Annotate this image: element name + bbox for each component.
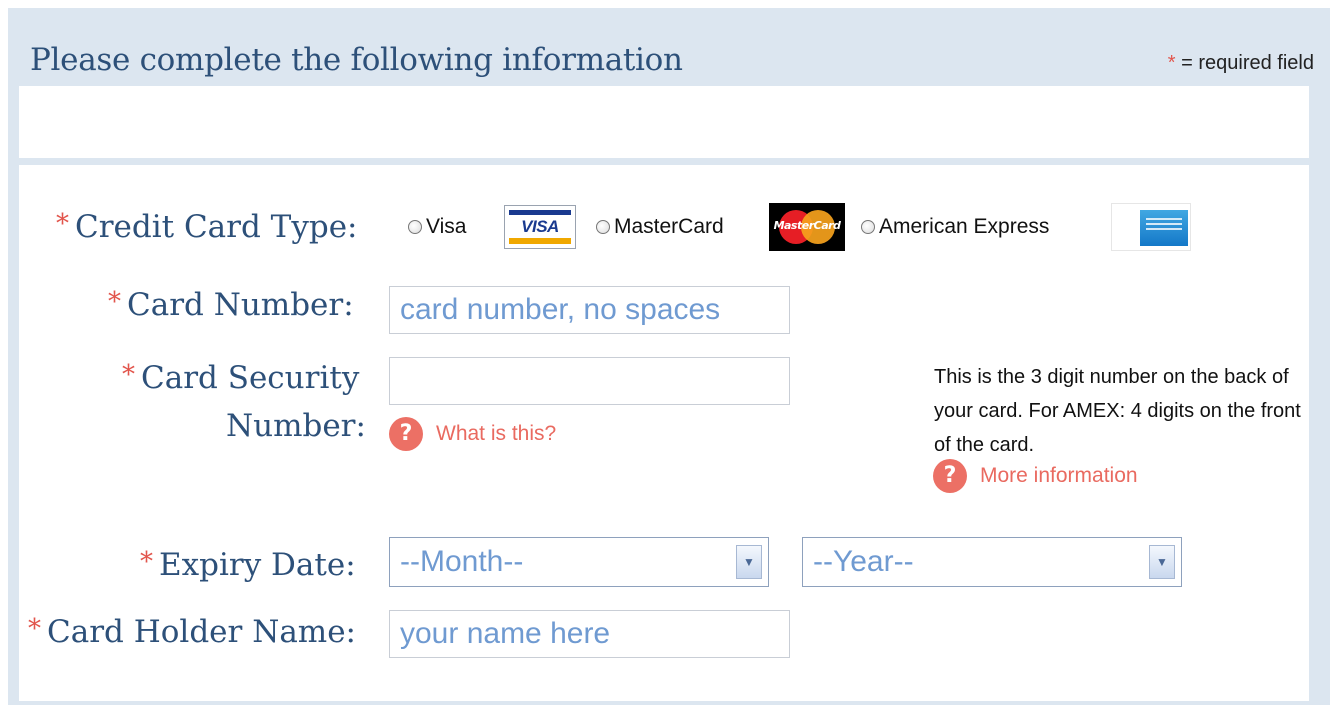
security-label-line1-text: Card Security [141, 360, 360, 396]
mastercard-logo: MasterCard [769, 203, 845, 251]
required-field-note: * = required field [1168, 52, 1314, 75]
page-title: Please complete the following informatio… [30, 42, 683, 78]
card-holder-name-label: * Card Holder Name: [28, 614, 356, 650]
radio-mastercard[interactable]: MasterCard [596, 203, 724, 251]
expiry-date-label: * Expiry Date: [140, 547, 356, 583]
amex-card-icon [1111, 203, 1191, 251]
expiry-year-select[interactable]: --Year-- ▼ [802, 537, 1182, 587]
mastercard-radio-button[interactable] [596, 220, 610, 234]
visa-radio-button[interactable] [408, 220, 422, 234]
month-selected-value: --Month-- [400, 545, 524, 578]
amex-radio-button[interactable] [861, 220, 875, 234]
mastercard-radio-label[interactable]: MasterCard [614, 215, 724, 239]
security-number-input[interactable] [389, 357, 790, 405]
question-icon[interactable]: ? [933, 459, 967, 493]
required-note-text: = required field [1181, 52, 1314, 74]
card-type-label-text: Credit Card Type: [75, 209, 358, 245]
card-holder-name-input[interactable]: your name here [389, 610, 790, 658]
year-selected-value: --Year-- [813, 545, 914, 578]
card-number-label-text: Card Number: [127, 287, 354, 323]
required-star: * [108, 287, 121, 317]
visa-logo: VISA [504, 203, 576, 251]
chevron-down-icon[interactable]: ▼ [736, 545, 762, 579]
what-is-this-text[interactable]: What is this? [436, 422, 556, 446]
expiry-month-select[interactable]: --Month-- ▼ [389, 537, 769, 587]
card-holder-label-text: Card Holder Name: [47, 614, 356, 650]
more-information-link[interactable]: ? More information [933, 459, 1138, 493]
chevron-down-icon[interactable]: ▼ [1149, 545, 1175, 579]
radio-visa[interactable]: Visa [408, 203, 466, 251]
amex-logo [1111, 203, 1191, 251]
visa-logo-text: VISA [521, 217, 559, 236]
visa-card-icon: VISA [504, 205, 576, 249]
security-info-text: This is the 3 digit number on the back o… [934, 366, 1301, 456]
amex-radio-label[interactable]: American Express [879, 215, 1049, 239]
card-type-label: * Credit Card Type: [56, 209, 358, 245]
expiry-label-text: Expiry Date: [159, 547, 356, 583]
required-star: * [140, 547, 153, 577]
security-number-label-line1: * Card Security [122, 360, 359, 396]
mastercard-logo-text: MasterCard [773, 219, 841, 232]
visa-radio-label[interactable]: Visa [426, 215, 466, 239]
radio-amex[interactable]: American Express [861, 203, 1049, 251]
card-number-label: * Card Number: [108, 287, 354, 323]
required-star: * [56, 209, 69, 239]
mastercard-card-icon: MasterCard [769, 203, 845, 251]
more-information-text[interactable]: More information [980, 464, 1138, 488]
required-star: * [28, 614, 41, 644]
required-star: * [1167, 52, 1176, 74]
what-is-this-link[interactable]: ? What is this? [389, 417, 556, 451]
security-number-label-line2: Number: [226, 408, 366, 444]
top-section [19, 86, 1309, 158]
card-number-input[interactable]: card number, no spaces [389, 286, 790, 334]
question-icon[interactable]: ? [389, 417, 423, 451]
required-star: * [122, 360, 135, 390]
